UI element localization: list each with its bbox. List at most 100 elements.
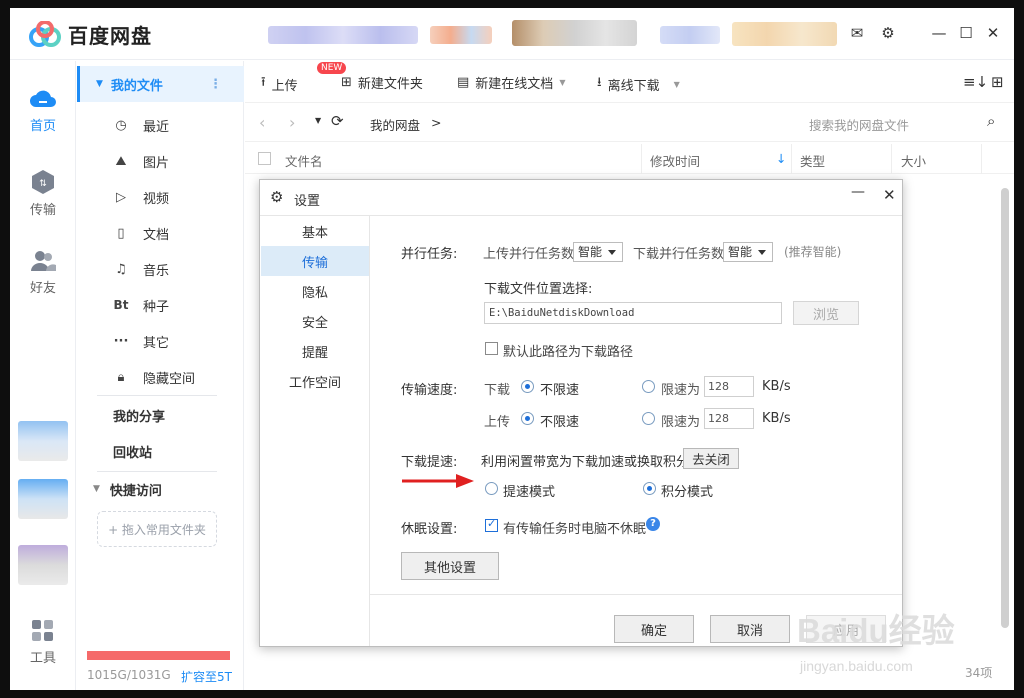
sidebar-item-hidden-space[interactable]: 🔒︎ 隐藏空间 [77,360,244,394]
column-divider [981,144,982,174]
clock-icon: ◷ [115,117,127,133]
offline-download-button[interactable]: ⭳ 离线下载 ▼ [597,73,680,95]
mail-icon[interactable]: ✉ [846,22,868,44]
select-all-checkbox[interactable] [258,152,271,165]
sidebar-my-files[interactable]: ▼ 我的文件 ⋮ [77,66,244,102]
sort-arrow-icon[interactable]: ↓ [776,151,786,166]
settings-icon: ⚙ [270,188,284,206]
rail-transfer[interactable]: ⇅ 传输 [10,169,76,218]
sidebar-item-music[interactable]: ♫ 音乐 [77,252,244,286]
default-path-checkbox[interactable] [485,342,498,355]
expand-storage-link[interactable]: 扩容至5T [181,668,232,685]
cancel-button[interactable]: 取消 [710,615,790,643]
column-type[interactable]: 类型 [800,151,825,170]
settings-icon[interactable]: ⚙ [877,22,899,44]
upload-parallel-select[interactable]: 智能 [573,242,623,262]
prevent-sleep-checkbox[interactable] [485,517,498,532]
new-folder-button[interactable]: ⊞ 新建文件夹 [341,73,423,92]
column-name[interactable]: 文件名 [285,151,323,170]
points-mode-radio[interactable] [643,482,656,495]
expand-caret-icon: ▼ [96,79,103,89]
sidebar-recycle-bin[interactable]: 回收站 [77,434,244,468]
upload-speed-label: 上传 [484,415,511,430]
settings-dialog: ⚙ 设置 — ✕ 基本 传输 隐私 安全 提醒 工作空间 并行任务: 上传并行任… [259,179,903,647]
search-input[interactable]: 搜索我的网盘文件 [809,115,989,134]
breadcrumb-root[interactable]: 我的网盘 [370,115,420,134]
dialog-minimize-icon[interactable]: — [851,184,865,200]
search-icon[interactable]: ⌕ [987,112,995,130]
download-parallel-select[interactable]: 智能 [723,242,773,262]
navigation-bar: ‹ › ▼ ⟳ 我的网盘 > 搜索我的网盘文件 ⌕ [245,104,1014,142]
upload-button[interactable]: ⭱ 上传 [261,73,298,95]
sidebar-item-other[interactable]: ··· 其它 [77,324,244,358]
upload-unlimited-radio[interactable] [521,412,534,425]
settings-tab-transfer[interactable]: 传输 [261,246,369,276]
settings-tab-workspace[interactable]: 工作空间 [261,366,369,396]
maximize-icon[interactable]: ☐ [955,22,977,44]
file-list-scrollbar[interactable] [1001,188,1009,628]
refresh-icon[interactable]: ⟳ [331,112,344,130]
chevron-down-icon[interactable]: ▼ [674,80,680,89]
column-modified-time[interactable]: 修改时间 [650,151,700,170]
download-path-input[interactable]: E:\BaiduNetdiskDownload [484,302,782,324]
sidebar-item-documents[interactable]: ▯ 文档 [77,216,244,250]
download-limit-input[interactable]: 128 [704,376,754,397]
settings-tab-basic[interactable]: 基本 [261,216,369,246]
settings-tab-reminders[interactable]: 提醒 [261,336,369,366]
sidebar-item-images[interactable]: ⛰ 图片 [77,144,244,178]
sidebar-item-label: 图片 [143,155,170,171]
bt-icon: Bt [113,298,129,312]
sidebar-item-recent[interactable]: ◷ 最近 [77,108,244,142]
sidebar-my-share[interactable]: 我的分享 [77,398,244,432]
app-title: 百度网盘 [68,24,152,48]
ok-button[interactable]: 确定 [614,615,694,643]
more-dots-icon[interactable]: ⋮ [209,77,222,92]
new-online-doc-button[interactable]: ▤ 新建在线文档 ▼ [457,73,565,92]
grid-view-icon[interactable]: ⊞ [991,73,1004,91]
sidebar-item-videos[interactable]: ▷ 视频 [77,180,244,214]
dialog-close-icon[interactable]: ✕ [883,186,896,204]
forward-icon[interactable]: › [289,113,295,132]
upload-limit-radio[interactable] [642,412,655,425]
annotation-arrow [402,474,474,488]
transfer-icon: ⇅ [32,170,54,194]
download-limit-radio[interactable] [642,380,655,393]
column-divider [891,144,892,174]
boost-close-button[interactable]: 去关闭 [683,448,739,469]
watermark-logo: Baidu经验 [797,612,955,649]
close-icon[interactable]: ✕ [982,22,1004,44]
file-sidebar: ▼ 我的文件 ⋮ ◷ 最近 ⛰ 图片 ▷ 视频 ▯ 文档 ♫ 音乐 Bt 种子 ··· 其它 … [77,61,244,690]
settings-tab-privacy[interactable]: 隐私 [261,276,369,306]
storage-quota-text: 1015G/1031G [87,668,171,682]
rail-home[interactable]: 首页 [10,87,76,134]
rail-tools[interactable]: 工具 [10,619,76,666]
svg-text:⇅: ⇅ [39,179,47,189]
baidu-netdisk-logo-icon [29,21,61,47]
rail-transfer-label: 传输 [29,203,56,218]
column-divider [791,144,792,174]
settings-nav: 基本 传输 隐私 安全 提醒 工作空间 [260,216,370,646]
upload-parallel-label: 上传并行任务数 [483,247,575,262]
chevron-down-icon[interactable]: ▼ [559,78,565,87]
help-icon[interactable]: ? [646,517,660,531]
rail-tools-label: 工具 [29,651,56,666]
settings-tab-security[interactable]: 安全 [261,306,369,336]
sidebar-item-torrents[interactable]: Bt 种子 [77,288,244,322]
boost-mode-label: 提速模式 [503,485,556,500]
sort-icon[interactable]: ≡↓ [963,73,988,91]
column-size[interactable]: 大小 [901,151,926,170]
boost-mode-radio[interactable] [485,482,498,495]
rail-friends[interactable]: 好友 [10,249,76,296]
history-dropdown-icon[interactable]: ▼ [315,116,321,125]
back-icon[interactable]: ‹ [259,113,265,132]
browse-button[interactable]: 浏览 [793,301,859,325]
add-quick-folder-dropzone[interactable]: + 拖入常用文件夹 [97,511,217,547]
sidebar-my-files-label: 我的文件 [110,78,163,94]
sidebar-item-label: 文档 [143,227,170,243]
upload-limit-input[interactable]: 128 [704,408,754,429]
sidebar-quick-access[interactable]: ▼ 快捷访问 [77,472,244,506]
minimize-icon[interactable]: — [928,22,950,44]
other-settings-button[interactable]: 其他设置 [401,552,499,580]
expand-caret-icon: ▼ [93,484,100,494]
download-unlimited-radio[interactable] [521,380,534,393]
